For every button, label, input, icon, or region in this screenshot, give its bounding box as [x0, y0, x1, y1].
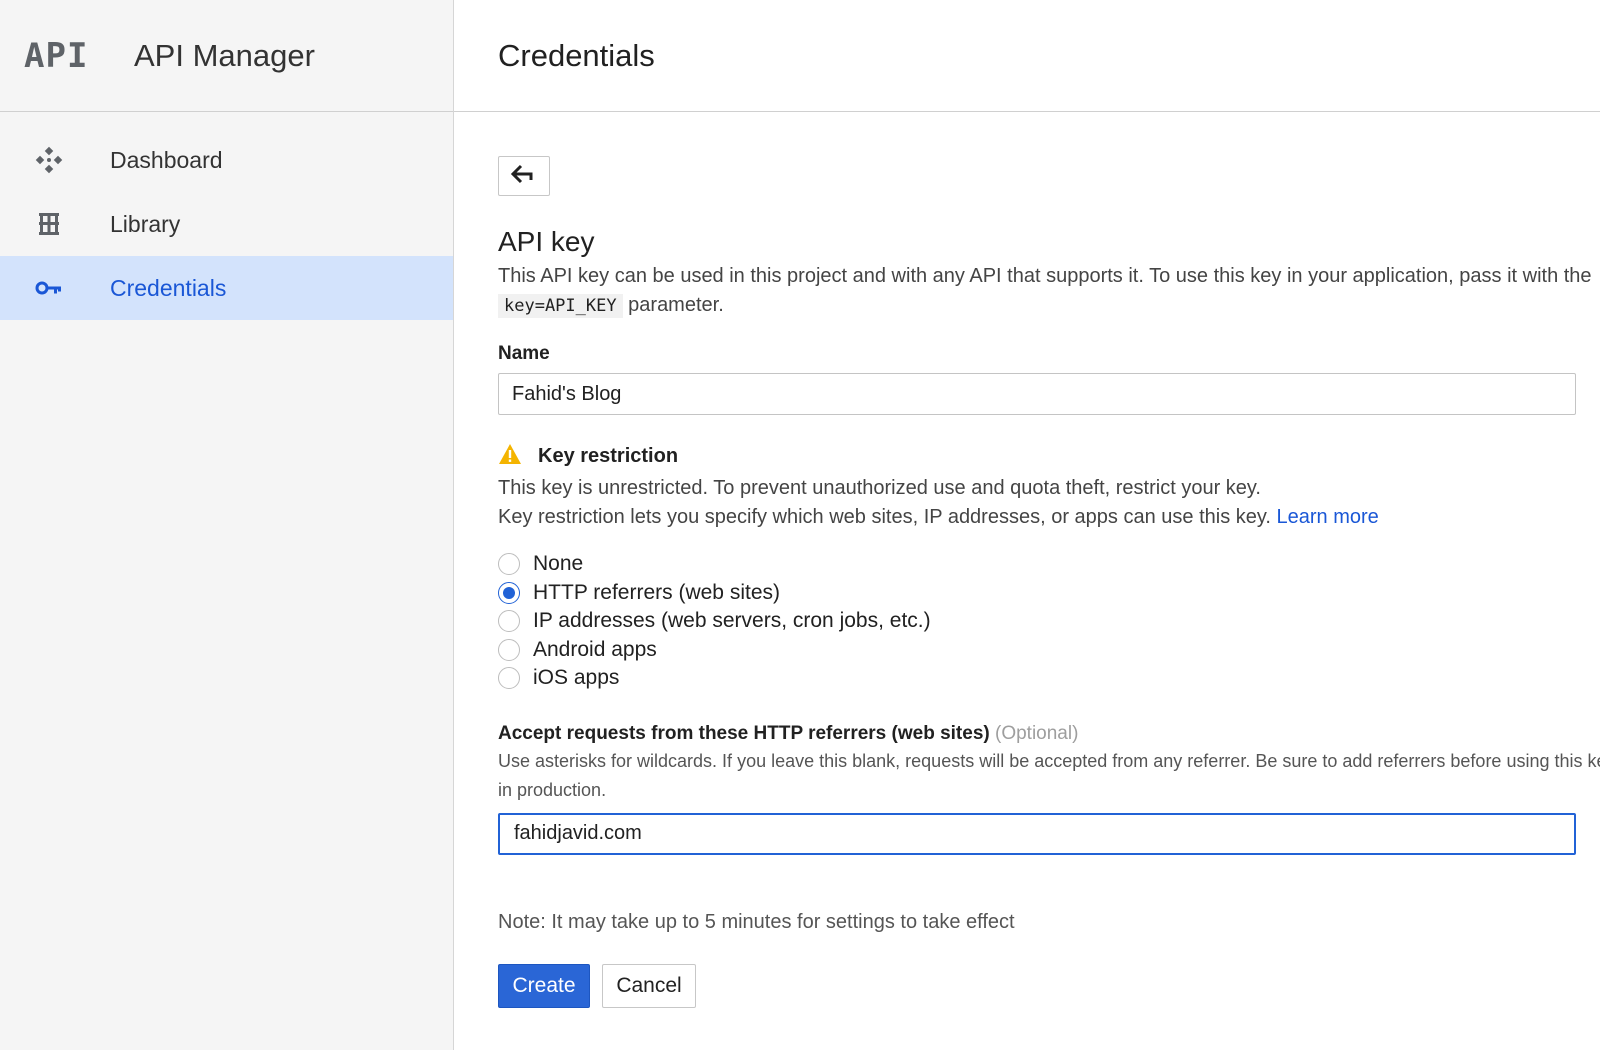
restriction-radio-group: None HTTP referrers (web sites) IP addre… [498, 550, 1600, 693]
restriction-description: This key is unrestricted. To prevent una… [498, 474, 1600, 532]
page-title: Credentials [498, 37, 655, 73]
code-snippet: key=API_KEY [498, 294, 623, 318]
radio-label: HTTP referrers (web sites) [533, 580, 780, 604]
key-icon [34, 273, 86, 303]
sidebar-nav: Dashboard Library Credentials [0, 128, 453, 320]
radio-button[interactable] [498, 667, 520, 690]
name-field[interactable] [498, 373, 1576, 415]
radio-option-http-referrers[interactable]: HTTP referrers (web sites) [498, 579, 1600, 608]
radio-option-android-apps[interactable]: Android apps [498, 636, 1600, 665]
back-button[interactable] [498, 156, 550, 196]
optional-tag: (Optional) [995, 722, 1079, 744]
radio-button[interactable] [498, 638, 520, 661]
radio-option-none[interactable]: None [498, 550, 1600, 579]
radio-button[interactable] [498, 610, 520, 633]
section-title: API key [498, 226, 595, 257]
main-panel: Credentials API key This API key can be … [454, 0, 1600, 1050]
name-label: Name [498, 343, 550, 364]
api-key-description: This API key can be used in this project… [498, 262, 1600, 321]
radio-button-selected[interactable] [498, 581, 520, 604]
back-arrow-icon [510, 163, 538, 190]
sidebar-item-label: Library [110, 210, 181, 237]
radio-option-ios-apps[interactable]: iOS apps [498, 664, 1600, 693]
radio-option-ip-addresses[interactable]: IP addresses (web servers, cron jobs, et… [498, 607, 1600, 636]
restriction-line-1: This key is unrestricted. To prevent una… [498, 477, 1261, 499]
learn-more-link[interactable]: Learn more [1277, 506, 1379, 528]
dashboard-icon [34, 145, 86, 175]
sidebar-item-label: Dashboard [110, 146, 223, 173]
credential-form: API key This API key can be used in this… [454, 112, 1600, 1008]
referrers-description: Use asterisks for wildcards. If you leav… [498, 750, 1600, 800]
form-actions: Create Cancel [498, 963, 1600, 1008]
radio-label: IP addresses (web servers, cron jobs, et… [533, 609, 931, 633]
radio-label: iOS apps [533, 666, 620, 690]
settings-note: Note: It may take up to 5 minutes for se… [498, 910, 1015, 933]
sidebar: API API Manager Dashboard Library Creden… [0, 0, 454, 1050]
sidebar-item-credentials[interactable]: Credentials [0, 256, 453, 320]
key-restriction-header: Key restriction [498, 443, 1600, 470]
referrer-input[interactable] [498, 812, 1576, 855]
main-header: Credentials [454, 0, 1600, 112]
restriction-line-2: Key restriction lets you specify which w… [498, 503, 1600, 532]
radio-label: None [533, 552, 584, 576]
sidebar-item-library[interactable]: Library [0, 192, 453, 256]
warning-icon [498, 443, 522, 470]
radio-button[interactable] [498, 553, 520, 576]
sidebar-item-dashboard[interactable]: Dashboard [0, 128, 453, 192]
radio-label: Android apps [533, 637, 657, 661]
sidebar-header: API API Manager [0, 0, 453, 112]
key-restriction-title: Key restriction [538, 445, 679, 467]
app-title: API Manager [134, 37, 315, 73]
create-button[interactable]: Create [498, 963, 590, 1008]
cancel-button[interactable]: Cancel [602, 963, 696, 1008]
library-icon [34, 209, 86, 239]
api-logo: API [24, 35, 89, 76]
restriction-line-2-text: Key restriction lets you specify which w… [498, 506, 1271, 528]
referrers-label-text: Accept requests from these HTTP referrer… [498, 722, 990, 744]
description-text: This API key can be used in this project… [498, 265, 1592, 287]
referrers-label: Accept requests from these HTTP referrer… [498, 723, 1600, 745]
sidebar-item-label: Credentials [110, 274, 227, 301]
description-text-end: parameter. [628, 294, 724, 316]
